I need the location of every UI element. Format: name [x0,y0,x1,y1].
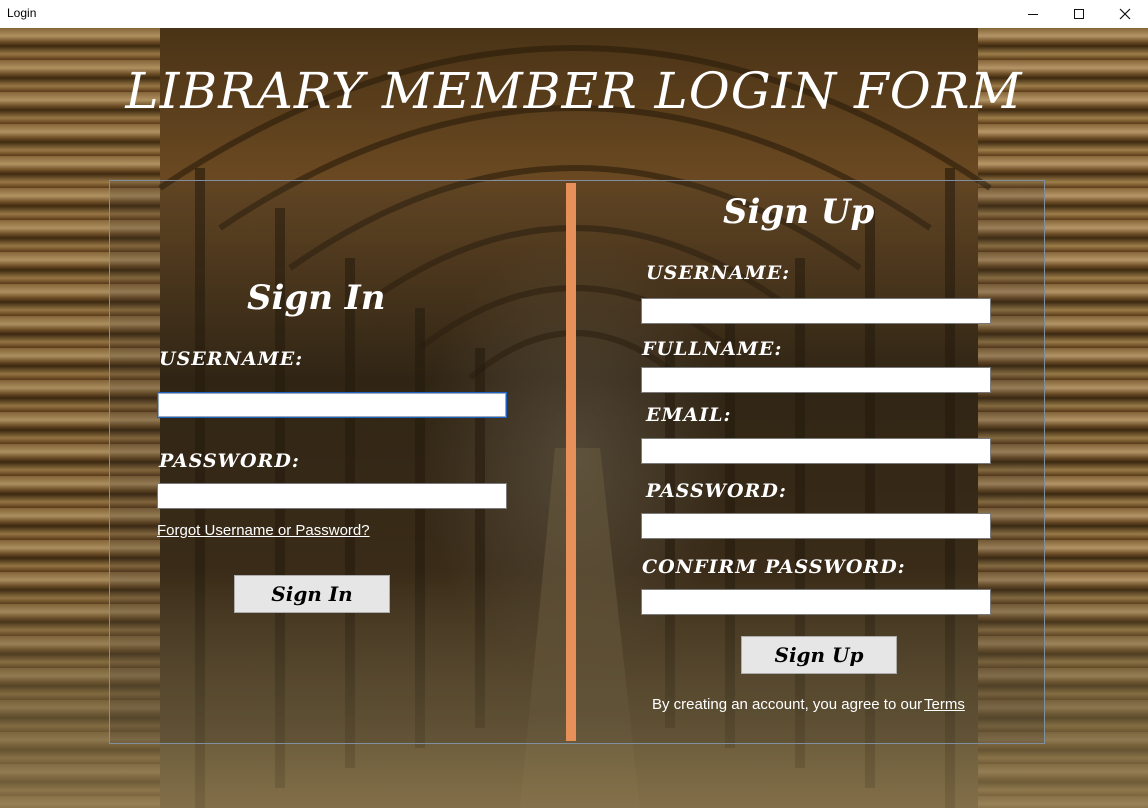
confirm-password-label: CONFIRM PASSWORD: [642,556,906,578]
window-title: Login [7,6,37,20]
sign-up-title: Sign Up [723,192,875,232]
minimize-button[interactable] [1010,0,1056,28]
sign-up-username-label: USERNAME: [646,262,791,284]
maximize-icon [1074,9,1084,19]
sign-in-password-label: PASSWORD: [159,450,300,472]
close-button[interactable] [1102,0,1148,28]
sign-in-username-label: USERNAME: [159,348,304,370]
terms-link[interactable]: Terms [924,696,965,713]
close-icon [1119,8,1131,20]
form-divider [566,183,576,741]
sign-up-email-label: EMAIL: [646,404,732,426]
sign-in-button[interactable]: Sign In [234,575,390,613]
window-titlebar: Login [0,0,1148,28]
forgot-credentials-link[interactable]: Forgot Username or Password? [157,522,370,539]
confirm-password-input[interactable] [641,589,991,615]
sign-up-fullname-label: FULLNAME: [642,338,783,360]
sign-up-button[interactable]: Sign Up [741,636,897,674]
sign-up-fullname-input[interactable] [641,367,991,393]
sign-up-password-label: PASSWORD: [646,480,787,502]
sign-up-username-input[interactable] [641,298,991,324]
maximize-button[interactable] [1056,0,1102,28]
sign-in-title: Sign In [247,278,386,318]
sign-in-username-input[interactable] [157,392,507,418]
sign-in-password-input[interactable] [157,483,507,509]
minimize-icon [1028,14,1038,15]
terms-note: By creating an account, you agree to our [652,696,923,713]
sign-up-password-input[interactable] [641,513,991,539]
sign-up-email-input[interactable] [641,438,991,464]
page-heading: LIBRARY MEMBER LOGIN FORM [125,62,1023,120]
